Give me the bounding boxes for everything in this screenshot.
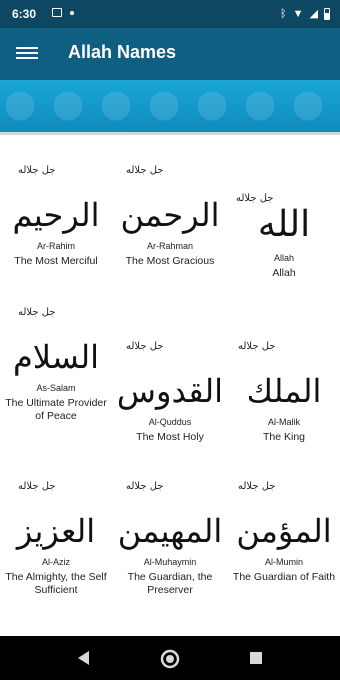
recents-icon[interactable] xyxy=(246,648,266,668)
name-card-al-mumin[interactable]: جل جلاله المؤمن Al-Mumin The Guardian of… xyxy=(228,481,340,584)
arabic-name: المؤمن xyxy=(236,512,332,550)
app-bar: Allah Names xyxy=(0,28,340,80)
transliteration: Ar-Rahim xyxy=(36,241,75,251)
hamburger-menu-icon[interactable] xyxy=(16,44,38,62)
header-banner xyxy=(0,80,340,132)
transliteration: Allah xyxy=(273,253,294,263)
meaning: The Most Holy xyxy=(136,431,204,443)
honorific-text: جل جلاله xyxy=(18,481,56,492)
arabic-name: القدوس xyxy=(116,372,224,410)
back-icon[interactable] xyxy=(74,648,94,668)
name-card-ar-rahim[interactable]: جل جلاله الرحيم Ar-Rahim The Most Mercif… xyxy=(0,165,112,268)
transliteration: Al-Muhaymin xyxy=(143,557,197,567)
transliteration: Al-Malik xyxy=(267,417,300,427)
image-icon xyxy=(52,8,62,17)
app-title: Allah Names xyxy=(68,42,177,62)
honorific-text: جل جلاله xyxy=(126,481,164,492)
transliteration: Al-Aziz xyxy=(41,557,70,567)
meaning: The Most Merciful xyxy=(14,255,98,267)
honorific-text: جل جلاله xyxy=(18,307,56,318)
status-bar: 6:30 ᛒ ▼ ◢ xyxy=(0,0,340,28)
name-card-al-muhaymin[interactable]: جل جلاله المهيمن Al-Muhaymin The Guardia… xyxy=(114,481,226,597)
honorific-text: جل جلاله xyxy=(126,341,164,352)
home-icon[interactable] xyxy=(159,648,180,669)
dot-icon xyxy=(70,10,74,15)
name-card-al-malik[interactable]: جل جلاله الملك Al-Malik The King xyxy=(228,341,340,444)
arabic-name: الملك xyxy=(246,372,322,410)
wifi-icon: ▼ xyxy=(292,7,304,20)
honorific-text: جل جلاله xyxy=(238,341,276,352)
honorific-text: جل جلاله xyxy=(126,165,164,176)
arabic-name: الرحمن xyxy=(120,196,220,234)
honorific-text: جل جلاله xyxy=(238,481,276,492)
bluetooth-icon: ᛒ xyxy=(280,7,287,20)
names-grid: جل جلاله الرحيم Ar-Rahim The Most Mercif… xyxy=(0,135,340,636)
name-card-al-quddus[interactable]: جل جلاله القدوس Al-Quddus The Most Holy xyxy=(114,341,226,444)
meaning: The Most Gracious xyxy=(125,255,215,267)
name-card-al-aziz[interactable]: جل جلاله العزيز Al-Aziz The Almighty, th… xyxy=(0,481,112,597)
signal-icon: ◢ xyxy=(309,8,318,20)
honorific-text: جل جلاله xyxy=(236,193,274,204)
meaning: The Ultimate Provider of Peace xyxy=(5,397,107,422)
meaning: The Guardian of Faith xyxy=(232,571,336,583)
transliteration: As-Salam xyxy=(36,383,76,393)
name-card-as-salam[interactable]: جل جلاله السلام As-Salam The Ultimate Pr… xyxy=(0,307,112,423)
name-card-allah[interactable]: جل جلاله الله Allah Allah xyxy=(228,177,340,280)
transliteration: Al-Mumin xyxy=(264,557,303,567)
meaning: The King xyxy=(262,431,306,443)
name-card-ar-rahman[interactable]: جل جلاله الرحمن Ar-Rahman The Most Graci… xyxy=(114,165,226,268)
arabic-name: السلام xyxy=(12,338,100,376)
transliteration: Ar-Rahman xyxy=(146,241,193,251)
meaning: Allah xyxy=(272,267,296,279)
meaning: The Almighty, the Self Sufficient xyxy=(5,571,107,596)
honorific-text: جل جلاله xyxy=(18,165,56,176)
names-grid-container: جل جلاله الرحيم Ar-Rahim The Most Mercif… xyxy=(0,135,340,636)
arabic-name: العزيز xyxy=(16,512,96,550)
meaning: The Guardian, the Preserver xyxy=(127,571,213,596)
transliteration: Al-Quddus xyxy=(148,417,192,427)
status-time: 6:30 xyxy=(12,7,37,21)
arabic-name: المهيمن xyxy=(117,512,223,550)
battery-icon xyxy=(324,7,330,20)
arabic-name: الله xyxy=(257,204,311,245)
arabic-name: الرحيم xyxy=(12,196,100,234)
system-nav-bar xyxy=(0,636,340,680)
